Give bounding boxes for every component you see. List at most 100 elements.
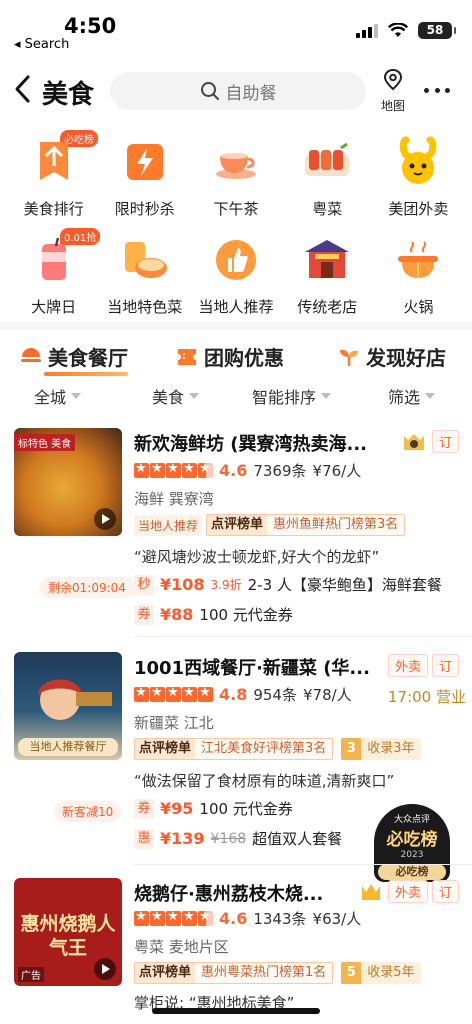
filter-bar: 全城 美食 智能排序 筛选 [0, 380, 472, 410]
ranking-badge-value: 江北美食好评榜第3名 [195, 739, 333, 759]
cellular-signal-icon [356, 23, 378, 38]
rating-score: 4.6 [219, 909, 248, 928]
filter-city[interactable]: 全城 [34, 384, 82, 408]
seal-brand: 大众点评 [393, 815, 430, 825]
filter-cuisine[interactable]: 美食 [152, 384, 200, 408]
system-indicators: 58 [356, 22, 456, 39]
deal-type: 券 [134, 604, 154, 625]
deal-type: 惠 [134, 828, 154, 849]
category-grid: 必吃榜 美食排行 限时秒杀 下午茶 粤菜 美团外卖 0.01抢 大牌日 当地特色… [8, 130, 464, 322]
category-meituan-takeout[interactable]: 美团外卖 [373, 132, 464, 224]
avg-price: ¥63/人 [312, 910, 362, 928]
category-label: 当地人推荐 [198, 298, 274, 316]
restaurant-name[interactable]: 新欢海鲜坊 (巽寮湾热卖海... [134, 430, 382, 456]
map-button[interactable]: 地图 [376, 68, 410, 114]
reserve-button[interactable]: 订 [432, 430, 460, 453]
deal-title: 2-3 人【豪华鲍鱼】海鲜套餐 [247, 576, 442, 594]
cuisine-area: 粤菜 麦地片区 [134, 938, 229, 956]
deal-row[interactable]: 券 ¥95 100 元代金券 [134, 798, 293, 819]
rating-row: 4.6 7369条 ¥76/人 [134, 460, 361, 481]
restaurant-card[interactable]: 惠州烧鹅人气王 广告 烧鹅仔·惠州荔枝木烧... 外卖 订 4.6 1343条 … [0, 872, 472, 1012]
card-divider [134, 636, 472, 637]
ranking-badge-key: 点评榜单 [135, 963, 196, 983]
ticket-icon [178, 348, 196, 365]
deal-price: ¥108 [160, 575, 205, 594]
thumbs-up-icon [215, 240, 256, 280]
ranking-badge[interactable]: 点评榜单 惠州鱼鲜热门榜第3名 [206, 514, 406, 536]
deal-price: ¥95 [160, 799, 194, 818]
review-count: 1343条 [253, 910, 307, 928]
cuisine-area: 新疆菜 江北 [134, 714, 214, 732]
category-label: 粤菜 [312, 200, 343, 218]
filter-more[interactable]: 筛选 [388, 384, 436, 408]
camera-icon[interactable] [402, 432, 426, 452]
must-eat-list-seal[interactable]: 大众点评 必吃榜 2023 必吃榜 [374, 804, 450, 882]
category-traditional-shop[interactable]: 传统老店 [282, 230, 373, 322]
play-video-icon[interactable] [94, 958, 116, 980]
review-quote: “做法保留了食材原有的味道,清新爽口” [134, 772, 395, 790]
category-label: 美团外卖 [388, 200, 449, 218]
rating-stars [134, 461, 213, 478]
restaurant-icon [21, 347, 41, 362]
ranking-badge[interactable]: 点评榜单 惠州粤菜热门榜第1名 [134, 962, 334, 984]
photo-label: 当地人推荐餐厅 [18, 738, 118, 756]
category-food-ranking[interactable]: 必吃榜 美食排行 [8, 130, 99, 224]
drink-cup-icon [41, 237, 66, 280]
restaurant-card[interactable]: 标特色 美食 新欢海鲜坊 (巽寮湾热卖海... 订 4.6 7369条 ¥76/… [0, 420, 472, 638]
years-number: 3 [341, 738, 362, 760]
photo-text: 惠州烧鹅人气王 [20, 913, 116, 959]
tab-food-restaurants[interactable]: 美食餐厅 [20, 342, 128, 376]
kangaroo-mascot-icon [400, 136, 437, 184]
category-label: 下午茶 [213, 200, 259, 218]
reserve-button[interactable]: 订 [432, 880, 460, 903]
category-cantonese[interactable]: 粤菜 [282, 132, 373, 224]
filter-sort[interactable]: 智能排序 [252, 384, 332, 408]
category-local-recommend[interactable]: 当地人推荐 [190, 230, 281, 322]
deal-row[interactable]: 惠 ¥139 ¥168 超值双人套餐 [134, 828, 342, 849]
category-afternoon-tea[interactable]: 下午茶 [190, 132, 281, 224]
takeout-button[interactable]: 外卖 [388, 654, 429, 677]
original-price: ¥168 [210, 830, 247, 847]
restaurant-photo[interactable]: 当地人推荐餐厅 [14, 652, 122, 760]
filter-label: 智能排序 [252, 388, 317, 407]
category-label: 当地特色菜 [107, 298, 183, 316]
restaurant-name[interactable]: 烧鹅仔·惠州荔枝木烧... [134, 880, 352, 906]
tab-group-deals[interactable]: 团购优惠 [176, 342, 284, 371]
search-input[interactable]: 自助餐 [110, 72, 366, 110]
deal-title: 100 元代金券 [199, 606, 293, 624]
deal-title: 100 元代金券 [199, 800, 293, 818]
category-flash-sale[interactable]: 限时秒杀 [99, 132, 190, 224]
seal-title: 必吃榜 [386, 830, 438, 850]
back-to-search-link[interactable]: ◂ Search [14, 37, 69, 52]
restaurant-photo[interactable]: 惠州烧鹅人气王 广告 [14, 878, 122, 986]
restaurant-card[interactable]: 当地人推荐餐厅 1001西域餐厅·新疆菜 (华... 外卖 订 4.8 954条… [0, 644, 472, 882]
play-video-icon[interactable] [94, 508, 116, 530]
deal-row[interactable]: 券 ¥88 100 元代金券 [134, 604, 293, 625]
ranking-badge-value: 惠州粤菜热门榜第1名 [195, 963, 333, 983]
restaurant-name[interactable]: 1001西域餐厅·新疆菜 (华... [134, 654, 378, 680]
tab-label: 团购优惠 [204, 346, 284, 370]
years-number: 5 [341, 962, 362, 984]
deal-title: 超值双人套餐 [252, 830, 343, 848]
status-bar: 4:50 ◂ Search 58 [0, 0, 472, 56]
category-big-brand-day[interactable]: 0.01抢 大牌日 [8, 228, 101, 322]
reserve-button[interactable]: 订 [432, 654, 460, 677]
clock: 4:50 [64, 14, 117, 38]
category-hotpot[interactable]: 火锅 [373, 230, 464, 322]
ranking-badge-key: 点评榜单 [135, 739, 196, 759]
countdown-timer: 剩余01:09:04 [40, 577, 134, 598]
seal-year: 2023 [400, 850, 424, 860]
specialty-dish-icon [124, 242, 167, 278]
deal-discount: 3.9折 [210, 578, 242, 592]
deal-row[interactable]: 秒 ¥108 3.9折 2-3 人【豪华鲍鱼】海鲜套餐 [134, 574, 442, 595]
ranking-badge[interactable]: 点评榜单 江北美食好评榜第3名 [134, 738, 334, 760]
opening-time: 17:00 营业 [388, 688, 466, 706]
review-count: 7369条 [253, 462, 307, 480]
category-local-specialty[interactable]: 当地特色菜 [99, 230, 190, 322]
takeout-button[interactable]: 外卖 [388, 880, 429, 903]
more-options-icon[interactable] [424, 80, 450, 100]
restaurant-photo[interactable]: 标特色 美食 [14, 428, 122, 536]
tab-discover-shops[interactable]: 发现好店 [338, 342, 446, 371]
lightning-icon [126, 144, 163, 180]
back-chevron-icon[interactable] [10, 72, 38, 106]
